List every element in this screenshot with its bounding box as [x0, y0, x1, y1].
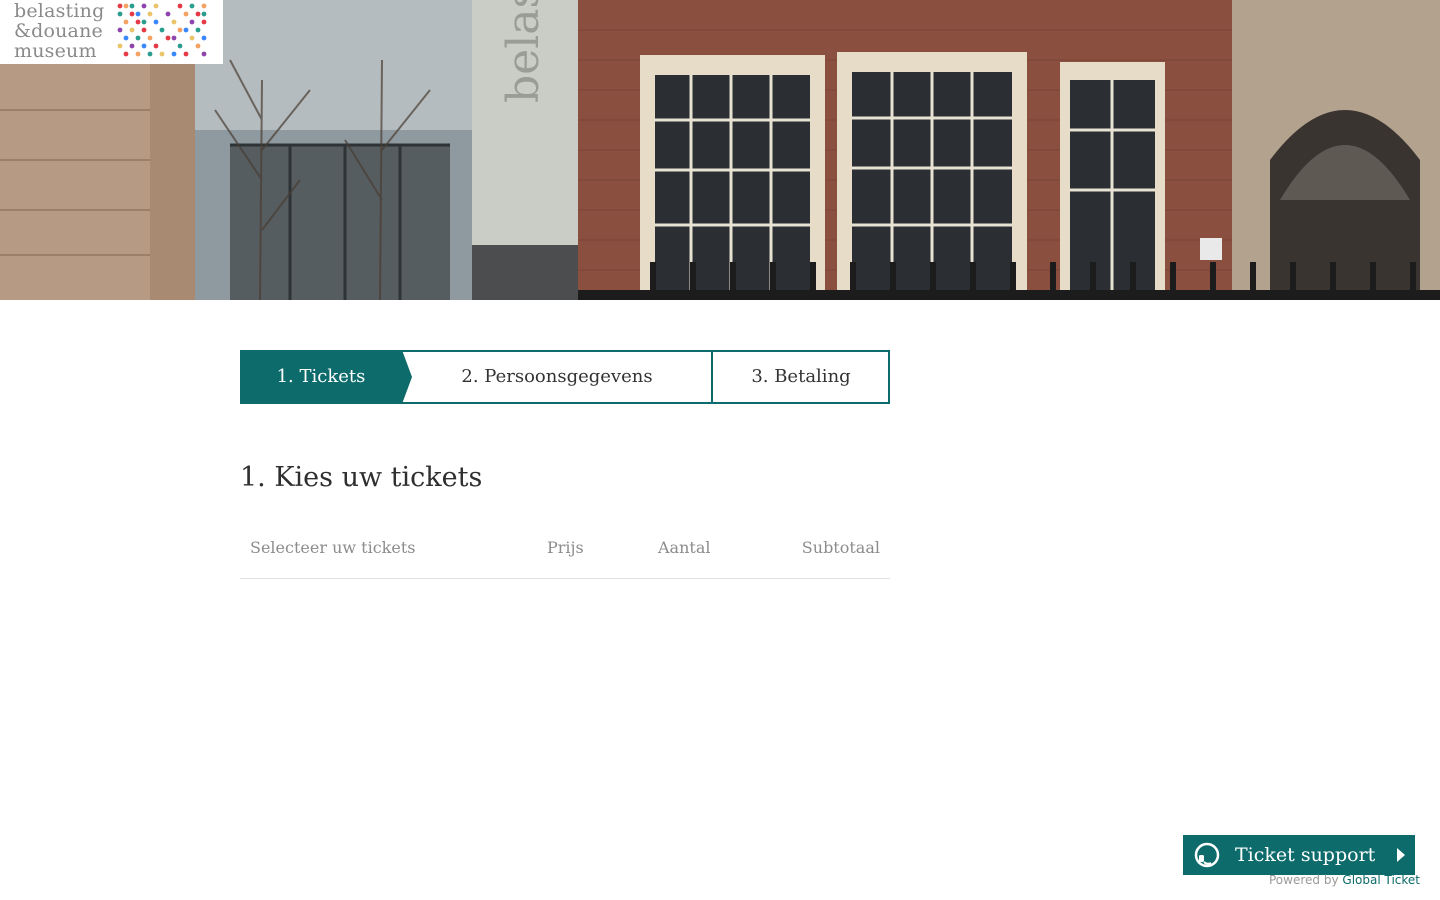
logo-line-2: &douane — [14, 20, 103, 42]
powered-by-prefix: Powered by — [1269, 873, 1339, 887]
ticket-table-header: Selecteer uw tickets Prijs Aantal Subtot… — [240, 530, 890, 579]
global-ticket-link[interactable]: Global Ticket — [1342, 873, 1420, 887]
ticket-support-button[interactable]: Ticket support — [1183, 835, 1415, 875]
museum-logo[interactable]: belasting &douane museum — [0, 0, 223, 64]
step-personal-details[interactable]: 2. Persoonsgegevens — [402, 350, 712, 404]
ticket-support-label: Ticket support — [1235, 844, 1376, 866]
logo-dot-pattern-icon — [117, 3, 207, 57]
column-price: Prijs — [547, 538, 584, 557]
logo-wordmark: belasting &douane museum — [14, 1, 104, 61]
checkout-steps: 1. Tickets 2. Persoonsgegevens 3. Betali… — [240, 350, 890, 404]
powered-by: Powered by Global Ticket — [1269, 873, 1420, 887]
hero-sign-text: belasting — [498, 0, 549, 103]
step-tickets[interactable]: 1. Tickets — [240, 350, 402, 404]
hero-banner: belasting belasting &douane museum — [0, 0, 1440, 300]
column-subtotal: Subtotaal — [801, 538, 880, 557]
chevron-right-icon — [1397, 848, 1405, 862]
step-payment[interactable]: 3. Betaling — [712, 350, 890, 404]
wheelchair-sign-icon — [1200, 238, 1222, 260]
logo-line-1: belasting — [14, 0, 105, 22]
page-title: 1. Kies uw tickets — [240, 462, 483, 493]
headset-icon — [1194, 842, 1220, 868]
column-select-tickets: Selecteer uw tickets — [250, 538, 416, 557]
column-quantity: Aantal — [658, 538, 711, 557]
logo-line-3: museum — [14, 40, 97, 62]
